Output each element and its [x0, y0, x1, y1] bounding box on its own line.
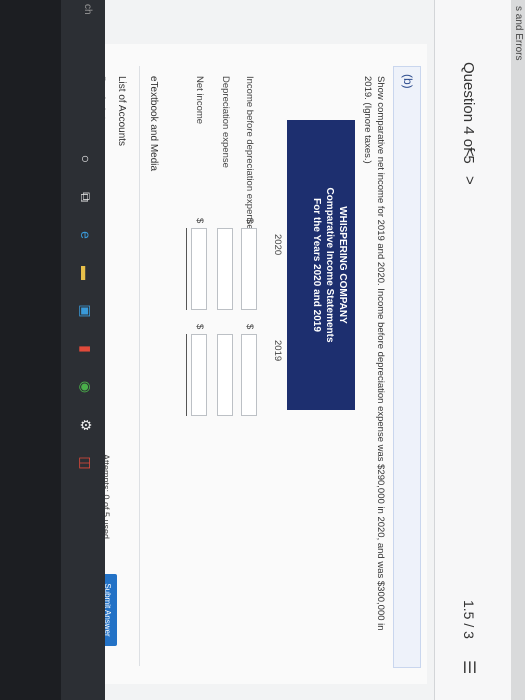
menu-icon[interactable]: ☰	[459, 660, 479, 674]
problem-text: Show comparative net income for 2019 and…	[362, 76, 386, 631]
row-label-net-income: Net income	[194, 76, 205, 125]
task-view-icon[interactable]: ⧉	[77, 188, 95, 206]
settings-icon[interactable]: ⚙	[77, 416, 95, 434]
chrome-icon[interactable]: ◉	[77, 378, 95, 396]
top-tab-text: s and Errors	[513, 6, 524, 61]
app-icon[interactable]: ◫	[77, 454, 95, 472]
store-icon[interactable]: ▣	[77, 302, 95, 320]
net-income-2020-underline	[186, 228, 187, 310]
cortana-icon[interactable]: ○	[77, 150, 95, 168]
row1-2019-dollar: $	[244, 324, 255, 330]
edge-icon[interactable]: e	[77, 226, 95, 244]
taskbar-strip: ch ○ ⧉ e ▬ ▣ ▮ ◉ ⚙ ◫	[61, 0, 105, 700]
part-label: (b)	[401, 74, 415, 89]
file-explorer-icon[interactable]: ▬	[77, 264, 95, 282]
question-header: Question 4 of 5 < > 1.5 / 3 ☰	[434, 0, 511, 700]
row1-2020-dollar: $	[244, 218, 255, 224]
rotated-screen: s and Errors Question 4 of 5 < > 1.5 / 3…	[0, 0, 525, 700]
net-income-2020-input[interactable]	[191, 228, 207, 310]
divider	[139, 66, 140, 666]
etextbook-link[interactable]: eTextbook and Media	[148, 76, 159, 171]
row-label-depreciation-expense: Depreciation expense	[220, 76, 231, 168]
taskbar-search-text[interactable]: ch	[82, 4, 93, 15]
net-income-2019-input[interactable]	[191, 334, 207, 416]
statement-title: Comparative Income Statements	[324, 187, 335, 343]
top-tab-strip: s and Errors	[510, 0, 525, 700]
prev-question-button[interactable]: <	[461, 148, 478, 157]
column-header-2019: 2019	[272, 340, 283, 362]
list-of-accounts-link[interactable]: List of Accounts	[116, 76, 127, 146]
part-header	[393, 66, 421, 668]
score-display: 1.5 / 3	[461, 600, 477, 639]
row3-2019-dollar: $	[194, 324, 205, 330]
income-before-depreciation-2019-input[interactable]	[241, 334, 257, 416]
row3-2020-dollar: $	[194, 218, 205, 224]
company-name: WHISPERING COMPANY	[337, 206, 348, 324]
net-income-2019-underline	[186, 334, 187, 416]
income-before-depreciation-2020-input[interactable]	[241, 228, 257, 310]
statement-header: WHISPERING COMPANY Comparative Income St…	[287, 120, 355, 410]
next-question-button[interactable]: >	[461, 176, 478, 185]
depreciation-expense-2020-input[interactable]	[217, 228, 233, 310]
column-header-2020: 2020	[272, 234, 283, 256]
taskbar: ch ○ ⧉ e ▬ ▣ ▮ ◉ ⚙ ◫	[0, 0, 105, 700]
statement-period: For the Years 2020 and 2019	[311, 198, 322, 332]
office-icon[interactable]: ▮	[77, 340, 95, 358]
depreciation-expense-2019-input[interactable]	[217, 334, 233, 416]
row-label-income-before-depreciation: Income before depreciation expense	[244, 76, 255, 230]
